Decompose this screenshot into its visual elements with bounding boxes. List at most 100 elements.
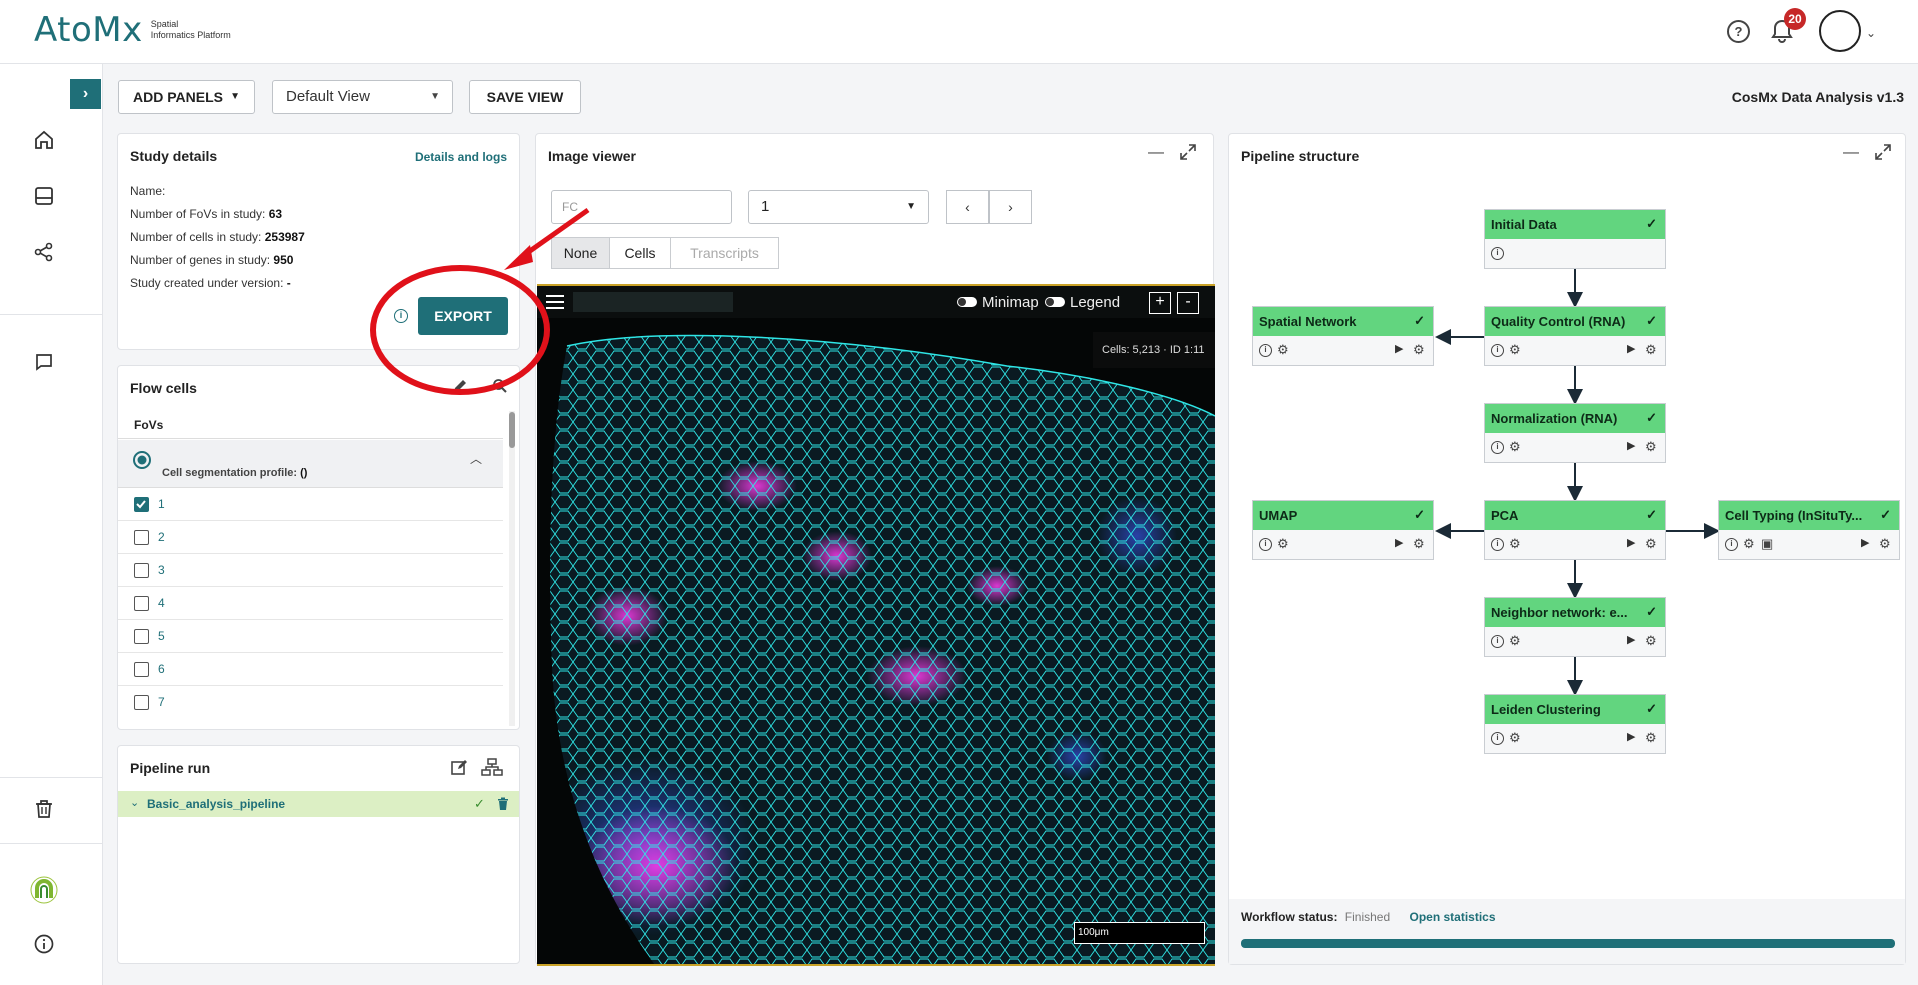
edit-note-icon[interactable]: [450, 758, 468, 781]
hierarchy-icon[interactable]: [481, 758, 503, 781]
node-footer: i: [1485, 239, 1665, 269]
tissue-image[interactable]: [537, 286, 1215, 966]
settings-gear-icon[interactable]: ⚙: [1645, 633, 1657, 649]
delete-icon[interactable]: [497, 797, 509, 811]
node-cell-typing[interactable]: Cell Typing (InSituTy... ✓ i ⚙ ▣ ▶ ⚙: [1718, 500, 1900, 560]
fov-row[interactable]: 1: [118, 488, 503, 521]
home-icon[interactable]: [30, 126, 58, 154]
legend-toggle[interactable]: [1045, 297, 1065, 307]
fov-row[interactable]: 4: [118, 587, 503, 620]
checkbox[interactable]: [134, 662, 149, 677]
node-neighbor-network[interactable]: Neighbor network: e... ✓ i ⚙ ▶ ⚙: [1484, 597, 1666, 657]
play-icon[interactable]: ▶: [1627, 536, 1635, 549]
storage-icon[interactable]: [30, 182, 58, 210]
details-and-logs-link[interactable]: Details and logs: [415, 150, 507, 164]
info-icon[interactable]: i: [1491, 732, 1504, 745]
zoom-out-button[interactable]: -: [1177, 292, 1199, 314]
info-icon[interactable]: i: [1491, 441, 1504, 454]
chat-icon[interactable]: [30, 348, 58, 376]
fov-select[interactable]: 1 ▼: [748, 190, 929, 224]
play-icon[interactable]: ▶: [1627, 730, 1635, 743]
scrollbar-track[interactable]: [509, 411, 515, 726]
info-icon[interactable]: i: [1725, 538, 1738, 551]
segmentation-profile-row[interactable]: Cell segmentation profile: () ︿: [118, 440, 503, 488]
checkbox[interactable]: [134, 629, 149, 644]
play-icon[interactable]: ▶: [1627, 342, 1635, 355]
tissue-image-canvas[interactable]: Minimap Legend + - Cells: 5,213 · ID 1:1…: [537, 284, 1215, 966]
notifications-bell-icon[interactable]: 20: [1770, 8, 1806, 44]
checkbox[interactable]: [134, 530, 149, 545]
chevron-up-icon[interactable]: ︿: [470, 450, 482, 467]
view-select[interactable]: Default View ▼: [272, 80, 453, 114]
settings-gear-icon[interactable]: ⚙: [1413, 342, 1425, 358]
checkbox[interactable]: [134, 695, 149, 710]
node-footer: i ⚙ ▶ ⚙: [1485, 530, 1665, 560]
play-icon[interactable]: ▶: [1627, 633, 1635, 646]
chevron-down-icon[interactable]: ⌄: [130, 796, 139, 809]
minimize-icon[interactable]: —: [1148, 144, 1164, 162]
segment-transcripts[interactable]: Transcripts: [670, 237, 779, 269]
chip-icon[interactable]: ⚙: [1509, 536, 1521, 552]
fov-row[interactable]: 7: [118, 686, 503, 719]
node-umap[interactable]: UMAP ✓ i ⚙ ▶ ⚙: [1252, 500, 1434, 560]
info-icon[interactable]: i: [1491, 538, 1504, 551]
node-normalization[interactable]: Normalization (RNA) ✓ i ⚙ ▶ ⚙: [1484, 403, 1666, 463]
help-icon[interactable]: ?: [1727, 20, 1750, 43]
radio-selected-icon[interactable]: [132, 450, 152, 470]
fov-row[interactable]: 3: [118, 554, 503, 587]
user-avatar[interactable]: [1819, 10, 1861, 52]
node-initial-data[interactable]: Initial Data ✓ i: [1484, 209, 1666, 269]
minimap-toggle[interactable]: [957, 297, 977, 307]
info-icon[interactable]: i: [1491, 247, 1504, 260]
expand-sidebar-button[interactable]: ›: [70, 79, 101, 109]
open-statistics-link[interactable]: Open statistics: [1410, 910, 1496, 924]
next-fov-button[interactable]: ›: [989, 190, 1032, 224]
atomx-logo[interactable]: AtoMx Spatial Informatics Platform: [34, 10, 231, 50]
chip-icon[interactable]: ⚙: [1509, 342, 1521, 358]
pipeline-run-row[interactable]: ⌄ Basic_analysis_pipeline ✓: [118, 791, 519, 817]
play-icon[interactable]: ▶: [1861, 536, 1869, 549]
node-leiden-clustering[interactable]: Leiden Clustering ✓ i ⚙ ▶ ⚙: [1484, 694, 1666, 754]
fov-row[interactable]: 2: [118, 521, 503, 554]
settings-gear-icon[interactable]: ⚙: [1645, 536, 1657, 552]
chip-icon[interactable]: ⚙: [1743, 536, 1755, 552]
play-icon[interactable]: ▶: [1627, 439, 1635, 452]
settings-gear-icon[interactable]: ⚙: [1879, 536, 1891, 552]
share-network-icon[interactable]: [30, 238, 58, 266]
play-icon[interactable]: ▶: [1395, 536, 1403, 549]
trash-icon[interactable]: [30, 795, 58, 823]
node-pca[interactable]: PCA ✓ i ⚙ ▶ ⚙: [1484, 500, 1666, 560]
prev-fov-button[interactable]: ‹: [946, 190, 989, 224]
chip-icon[interactable]: ⚙: [1509, 633, 1521, 649]
info-icon[interactable]: i: [1491, 635, 1504, 648]
save-view-button[interactable]: SAVE VIEW: [469, 80, 581, 114]
settings-gear-icon[interactable]: ⚙: [1413, 536, 1425, 552]
chip-icon[interactable]: ⚙: [1277, 536, 1289, 552]
info-icon[interactable]: i: [1259, 538, 1272, 551]
chevron-down-icon[interactable]: ⌄: [1866, 26, 1876, 40]
zoom-in-button[interactable]: +: [1149, 292, 1171, 314]
checkbox[interactable]: [134, 596, 149, 611]
info-icon[interactable]: i: [1491, 344, 1504, 357]
play-icon[interactable]: ▶: [1395, 342, 1403, 355]
checkbox[interactable]: [134, 563, 149, 578]
scrollbar-thumb[interactable]: [509, 412, 515, 448]
settings-gear-icon[interactable]: ⚙: [1645, 342, 1657, 358]
chip-icon[interactable]: ⚙: [1509, 439, 1521, 455]
segment-cells[interactable]: Cells: [609, 237, 671, 269]
fov-row[interactable]: 6: [118, 653, 503, 686]
settings-gear-icon[interactable]: ⚙: [1645, 439, 1657, 455]
settings-gear-icon[interactable]: ⚙: [1645, 730, 1657, 746]
node-quality-control[interactable]: Quality Control (RNA) ✓ i ⚙ ▶ ⚙: [1484, 306, 1666, 366]
fov-row[interactable]: 5: [118, 620, 503, 653]
add-panels-button[interactable]: ADD PANELS ▼: [118, 80, 255, 114]
node-spatial-network[interactable]: Spatial Network ✓ i ⚙ ▶ ⚙: [1252, 306, 1434, 366]
expand-icon[interactable]: [1180, 144, 1196, 165]
info-icon[interactable]: i: [1259, 344, 1272, 357]
nanostring-logo-icon[interactable]: [30, 876, 58, 904]
chip-icon[interactable]: ⚙: [1277, 342, 1289, 358]
image-icon[interactable]: ▣: [1761, 536, 1773, 552]
chip-icon[interactable]: ⚙: [1509, 730, 1521, 746]
info-icon[interactable]: [30, 930, 58, 958]
checkbox-checked[interactable]: [134, 497, 149, 512]
